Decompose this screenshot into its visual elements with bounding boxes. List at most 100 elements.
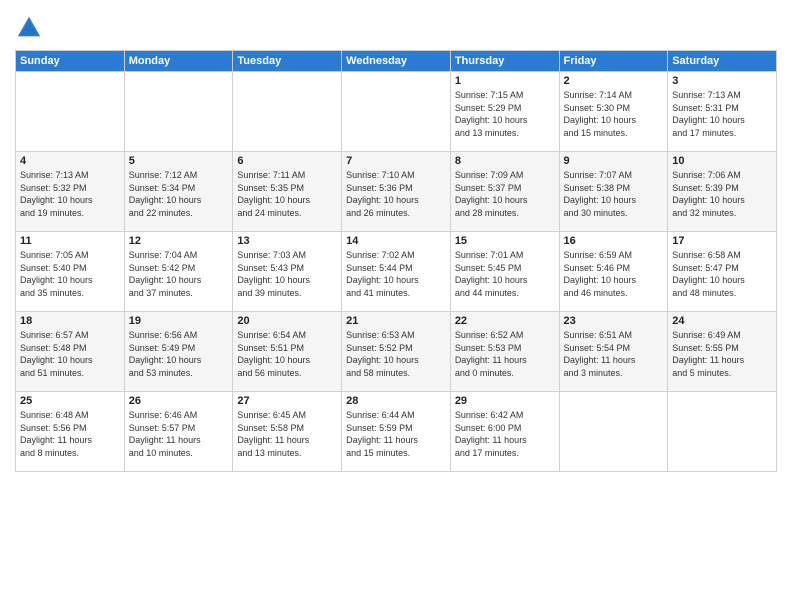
header-cell-sunday: Sunday xyxy=(16,51,125,72)
day-number: 17 xyxy=(672,235,772,247)
day-number: 20 xyxy=(237,315,337,327)
day-number: 28 xyxy=(346,395,446,407)
day-cell xyxy=(342,72,451,152)
day-number: 18 xyxy=(20,315,120,327)
day-number: 22 xyxy=(455,315,555,327)
day-cell: 23 Sunrise: 6:51 AM Sunset: 5:54 PM Dayli… xyxy=(559,312,668,392)
day-info: Sunrise: 6:45 AM Sunset: 5:58 PM Dayligh… xyxy=(237,409,337,459)
day-cell: 3 Sunrise: 7:13 AM Sunset: 5:31 PM Daylig… xyxy=(668,72,777,152)
day-cell: 14 Sunrise: 7:02 AM Sunset: 5:44 PM Dayli… xyxy=(342,232,451,312)
day-cell: 11Sunrise: 7:05 AM Sunset: 5:40 PM Dayli… xyxy=(16,232,125,312)
header xyxy=(15,10,777,42)
week-row-1: 1Sunrise: 7:15 AM Sunset: 5:29 PM Daylig… xyxy=(16,72,777,152)
calendar-header: SundayMondayTuesdayWednesdayThursdayFrid… xyxy=(16,51,777,72)
day-info: Sunrise: 6:42 AM Sunset: 6:00 PM Dayligh… xyxy=(455,409,555,459)
day-cell xyxy=(233,72,342,152)
day-cell: 18 Sunrise: 6:57 AM Sunset: 5:48 PM Dayli… xyxy=(16,312,125,392)
day-cell: 21Sunrise: 6:53 AM Sunset: 5:52 PM Dayli… xyxy=(342,312,451,392)
day-number: 26 xyxy=(129,395,229,407)
day-number: 14 xyxy=(346,235,446,247)
day-cell: 17Sunrise: 6:58 AM Sunset: 5:47 PM Dayli… xyxy=(668,232,777,312)
day-info: Sunrise: 6:52 AM Sunset: 5:53 PM Dayligh… xyxy=(455,329,555,379)
day-info: Sunrise: 6:54 AM Sunset: 5:51 PM Dayligh… xyxy=(237,329,337,379)
day-info: Sunrise: 6:57 AM Sunset: 5:48 PM Dayligh… xyxy=(20,329,120,379)
week-row-5: 25 Sunrise: 6:48 AM Sunset: 5:56 PM Dayli… xyxy=(16,392,777,472)
day-info: Sunrise: 7:15 AM Sunset: 5:29 PM Dayligh… xyxy=(455,89,555,139)
day-number: 5 xyxy=(129,155,229,167)
day-cell: 12 Sunrise: 7:04 AM Sunset: 5:42 PM Dayli… xyxy=(124,232,233,312)
day-cell: 13 Sunrise: 7:03 AM Sunset: 5:43 PM Dayli… xyxy=(233,232,342,312)
day-info: Sunrise: 7:13 AM Sunset: 5:32 PM Dayligh… xyxy=(20,169,120,219)
day-info: Sunrise: 7:12 AM Sunset: 5:34 PM Dayligh… xyxy=(129,169,229,219)
logo-icon xyxy=(15,14,43,42)
day-number: 27 xyxy=(237,395,337,407)
day-number: 13 xyxy=(237,235,337,247)
day-info: Sunrise: 6:49 AM Sunset: 5:55 PM Dayligh… xyxy=(672,329,772,379)
day-cell xyxy=(668,392,777,472)
day-info: Sunrise: 6:59 AM Sunset: 5:46 PM Dayligh… xyxy=(564,249,664,299)
day-info: Sunrise: 7:11 AM Sunset: 5:35 PM Dayligh… xyxy=(237,169,337,219)
day-cell: 9 Sunrise: 7:07 AM Sunset: 5:38 PM Daylig… xyxy=(559,152,668,232)
day-info: Sunrise: 6:44 AM Sunset: 5:59 PM Dayligh… xyxy=(346,409,446,459)
day-info: Sunrise: 6:53 AM Sunset: 5:52 PM Dayligh… xyxy=(346,329,446,379)
day-cell: 15 Sunrise: 7:01 AM Sunset: 5:45 PM Dayli… xyxy=(450,232,559,312)
day-info: Sunrise: 7:13 AM Sunset: 5:31 PM Dayligh… xyxy=(672,89,772,139)
day-number: 9 xyxy=(564,155,664,167)
header-cell-saturday: Saturday xyxy=(668,51,777,72)
day-info: Sunrise: 7:03 AM Sunset: 5:43 PM Dayligh… xyxy=(237,249,337,299)
day-cell: 1Sunrise: 7:15 AM Sunset: 5:29 PM Daylig… xyxy=(450,72,559,152)
day-info: Sunrise: 7:10 AM Sunset: 5:36 PM Dayligh… xyxy=(346,169,446,219)
day-cell: 4 Sunrise: 7:13 AM Sunset: 5:32 PM Daylig… xyxy=(16,152,125,232)
day-number: 2 xyxy=(564,75,664,87)
day-number: 23 xyxy=(564,315,664,327)
day-number: 12 xyxy=(129,235,229,247)
day-info: Sunrise: 7:07 AM Sunset: 5:38 PM Dayligh… xyxy=(564,169,664,219)
calendar-body: 1Sunrise: 7:15 AM Sunset: 5:29 PM Daylig… xyxy=(16,72,777,472)
logo xyxy=(15,14,47,42)
day-cell xyxy=(559,392,668,472)
header-cell-friday: Friday xyxy=(559,51,668,72)
calendar-page: SundayMondayTuesdayWednesdayThursdayFrid… xyxy=(0,0,792,612)
day-info: Sunrise: 7:14 AM Sunset: 5:30 PM Dayligh… xyxy=(564,89,664,139)
day-cell: 26 Sunrise: 6:46 AM Sunset: 5:57 PM Dayli… xyxy=(124,392,233,472)
day-cell: 19Sunrise: 6:56 AM Sunset: 5:49 PM Dayli… xyxy=(124,312,233,392)
day-number: 15 xyxy=(455,235,555,247)
day-cell: 10Sunrise: 7:06 AM Sunset: 5:39 PM Dayli… xyxy=(668,152,777,232)
header-cell-monday: Monday xyxy=(124,51,233,72)
day-number: 4 xyxy=(20,155,120,167)
week-row-4: 18 Sunrise: 6:57 AM Sunset: 5:48 PM Dayli… xyxy=(16,312,777,392)
day-info: Sunrise: 6:48 AM Sunset: 5:56 PM Dayligh… xyxy=(20,409,120,459)
day-cell: 25 Sunrise: 6:48 AM Sunset: 5:56 PM Dayli… xyxy=(16,392,125,472)
header-cell-wednesday: Wednesday xyxy=(342,51,451,72)
header-cell-thursday: Thursday xyxy=(450,51,559,72)
header-row: SundayMondayTuesdayWednesdayThursdayFrid… xyxy=(16,51,777,72)
day-info: Sunrise: 7:06 AM Sunset: 5:39 PM Dayligh… xyxy=(672,169,772,219)
day-cell: 28 Sunrise: 6:44 AM Sunset: 5:59 PM Dayli… xyxy=(342,392,451,472)
day-cell: 22 Sunrise: 6:52 AM Sunset: 5:53 PM Dayli… xyxy=(450,312,559,392)
day-info: Sunrise: 7:01 AM Sunset: 5:45 PM Dayligh… xyxy=(455,249,555,299)
day-cell: 6Sunrise: 7:11 AM Sunset: 5:35 PM Daylig… xyxy=(233,152,342,232)
day-cell xyxy=(16,72,125,152)
day-number: 8 xyxy=(455,155,555,167)
day-info: Sunrise: 7:05 AM Sunset: 5:40 PM Dayligh… xyxy=(20,249,120,299)
day-number: 7 xyxy=(346,155,446,167)
day-info: Sunrise: 6:46 AM Sunset: 5:57 PM Dayligh… xyxy=(129,409,229,459)
day-number: 3 xyxy=(672,75,772,87)
calendar-table: SundayMondayTuesdayWednesdayThursdayFrid… xyxy=(15,50,777,472)
day-info: Sunrise: 6:56 AM Sunset: 5:49 PM Dayligh… xyxy=(129,329,229,379)
day-number: 24 xyxy=(672,315,772,327)
day-cell: 16Sunrise: 6:59 AM Sunset: 5:46 PM Dayli… xyxy=(559,232,668,312)
day-cell: 29 Sunrise: 6:42 AM Sunset: 6:00 PM Dayli… xyxy=(450,392,559,472)
day-cell xyxy=(124,72,233,152)
week-row-3: 11Sunrise: 7:05 AM Sunset: 5:40 PM Dayli… xyxy=(16,232,777,312)
day-number: 29 xyxy=(455,395,555,407)
day-cell: 2 Sunrise: 7:14 AM Sunset: 5:30 PM Daylig… xyxy=(559,72,668,152)
day-cell: 20 Sunrise: 6:54 AM Sunset: 5:51 PM Dayli… xyxy=(233,312,342,392)
day-cell: 8Sunrise: 7:09 AM Sunset: 5:37 PM Daylig… xyxy=(450,152,559,232)
day-info: Sunrise: 7:04 AM Sunset: 5:42 PM Dayligh… xyxy=(129,249,229,299)
day-cell: 24 Sunrise: 6:49 AM Sunset: 5:55 PM Dayli… xyxy=(668,312,777,392)
day-info: Sunrise: 7:02 AM Sunset: 5:44 PM Dayligh… xyxy=(346,249,446,299)
day-number: 25 xyxy=(20,395,120,407)
day-info: Sunrise: 6:51 AM Sunset: 5:54 PM Dayligh… xyxy=(564,329,664,379)
header-cell-tuesday: Tuesday xyxy=(233,51,342,72)
